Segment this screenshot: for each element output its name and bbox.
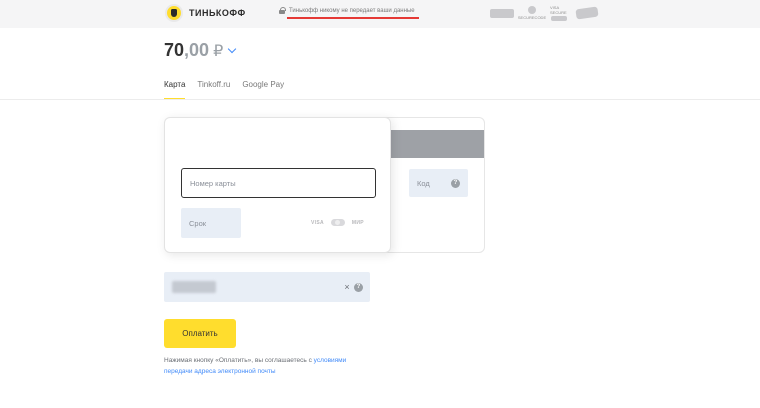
chevron-down-icon[interactable] [228, 44, 237, 53]
cvc-field[interactable]: Код ? [409, 169, 468, 197]
security-note-text: Тинькофф никому не передает ваши данные [289, 7, 415, 14]
email-value-redacted [172, 281, 216, 293]
verified-by-visa-icon: VISA SECURE [550, 5, 568, 21]
brand-name: ТИНЬКОФФ [189, 8, 246, 18]
payment-system-logos: VISA МИР [311, 219, 364, 226]
security-note-underline [287, 17, 419, 19]
cvc-label: Код [417, 178, 430, 188]
mastercard-securecode-icon: SECURECODE [518, 5, 546, 21]
expiry-input[interactable] [181, 208, 241, 238]
security-note: Тинькофф никому не передает ваши данные [279, 7, 415, 14]
pci-dss-icon [490, 5, 514, 21]
lock-icon [279, 7, 286, 14]
tabs-divider [0, 99, 760, 100]
tab-google-pay[interactable]: Google Pay [242, 80, 284, 100]
mastercard-icon [330, 219, 345, 226]
mir-accept-icon [575, 5, 599, 21]
payment-amount[interactable]: 70 ,00 ₽ [164, 40, 237, 61]
payment-method-tabs: Карта Tinkoff.ru Google Pay [164, 80, 296, 100]
card-back: Код ? [381, 117, 485, 253]
email-field[interactable]: × ? [164, 272, 370, 302]
pay-button[interactable]: Оплатить [164, 319, 236, 348]
amount-integer: 70 [164, 40, 185, 60]
card-number-input[interactable] [181, 168, 376, 198]
tab-card[interactable]: Карта [164, 80, 186, 100]
visa-logo: VISA [311, 219, 324, 226]
help-icon[interactable]: ? [451, 178, 460, 188]
top-bar: ТИНЬКОФФ Тинькофф никому не передает ваш… [0, 0, 760, 28]
mir-logo: МИР [351, 219, 364, 226]
amount-currency: ₽ [213, 42, 224, 60]
card-front: VISA МИР [164, 117, 391, 253]
tab-tinkoff-ru[interactable]: Tinkoff.ru [197, 80, 230, 100]
terms-prefix: Нажимая кнопку «Оплатить», вы соглашаете… [164, 357, 314, 364]
help-icon[interactable]: ? [354, 283, 363, 292]
terms-text: Нажимая кнопку «Оплатить», вы соглашаете… [164, 355, 364, 377]
shield-emblem-icon [165, 4, 183, 22]
tinkoff-logo[interactable]: ТИНЬКОФФ [165, 4, 246, 22]
amount-fraction: ,00 [184, 40, 210, 60]
magnetic-stripe [382, 130, 484, 158]
close-icon[interactable]: × [342, 281, 352, 293]
